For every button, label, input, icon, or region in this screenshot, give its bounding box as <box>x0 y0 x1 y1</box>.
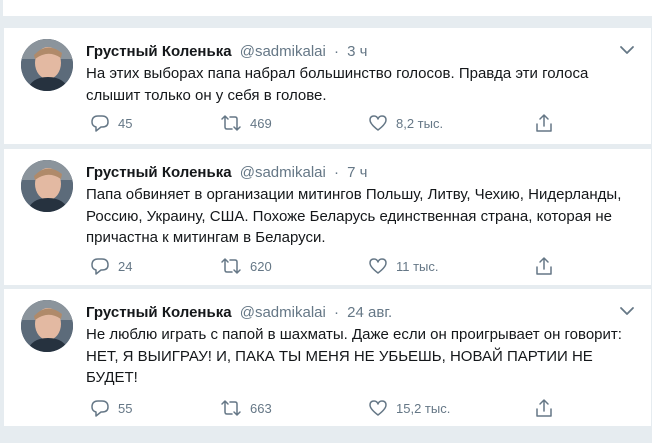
retweet-icon <box>220 113 242 133</box>
reply-icon <box>90 113 110 133</box>
avatar[interactable] <box>21 300 73 352</box>
timeline: Грустный Коленька @sadmikalai · 3 ч На э… <box>3 0 652 443</box>
tweet-header: Грустный Коленька @sadmikalai · 3 ч <box>86 42 368 62</box>
tweet-time[interactable]: 24 авг. <box>347 304 392 321</box>
share-icon <box>534 113 554 133</box>
previous-tweet-edge <box>3 0 652 17</box>
reply-icon <box>90 398 110 418</box>
author-handle[interactable]: @sadmikalai <box>240 43 326 60</box>
like-icon <box>368 256 388 276</box>
tweet-text: На этих выборах папа набрал большинство … <box>86 65 589 104</box>
author-name[interactable]: Грустный Коленька <box>86 164 232 181</box>
like-count: 11 тыс. <box>396 258 439 274</box>
tweet-time[interactable]: 7 ч <box>347 164 367 181</box>
avatar[interactable] <box>21 39 73 91</box>
tweet-header: Грустный Коленька @sadmikalai · 24 авг. <box>86 303 392 323</box>
retweet-button[interactable]: 469 <box>220 112 272 134</box>
author-name[interactable]: Грустный Коленька <box>86 304 232 321</box>
like-icon <box>368 113 388 133</box>
author-handle[interactable]: @sadmikalai <box>240 164 326 181</box>
tweet-actions: 24 620 11 тыс. <box>86 255 556 279</box>
tweet-1[interactable]: Грустный Коленька @sadmikalai · 3 ч На э… <box>3 28 652 144</box>
like-button[interactable]: 15,2 тыс. <box>368 397 450 419</box>
tweet-3[interactable]: Грустный Коленька @sadmikalai · 24 авг. … <box>3 289 652 426</box>
dot-separator: · <box>334 43 339 60</box>
tweet-text: Не люблю играть с папой в шахматы. Даже … <box>86 326 622 386</box>
retweet-icon <box>220 398 242 418</box>
like-count: 15,2 тыс. <box>396 400 451 416</box>
avatar[interactable] <box>21 160 73 212</box>
chevron-down-icon[interactable] <box>617 40 637 60</box>
tweet-2[interactable]: Грустный Коленька @sadmikalai · 7 ч Папа… <box>3 149 652 285</box>
share-button[interactable] <box>534 255 554 277</box>
share-button[interactable] <box>534 397 554 419</box>
separator <box>3 17 652 28</box>
author-handle[interactable]: @sadmikalai <box>240 304 326 321</box>
share-button[interactable] <box>534 112 554 134</box>
reply-button[interactable]: 55 <box>90 397 132 419</box>
retweet-count: 620 <box>250 258 272 274</box>
share-icon <box>534 398 554 418</box>
share-icon <box>534 256 554 276</box>
like-icon <box>368 398 388 418</box>
reply-count: 24 <box>118 258 133 274</box>
retweet-count: 469 <box>250 115 272 131</box>
reply-button[interactable]: 24 <box>90 255 132 277</box>
reply-count: 45 <box>118 115 133 131</box>
reply-icon <box>90 256 110 276</box>
like-button[interactable]: 11 тыс. <box>368 255 439 277</box>
tweet-text: Папа обвиняет в организации митингов Пол… <box>86 186 622 246</box>
tweet-actions: 45 469 8,2 тыс. <box>86 112 556 136</box>
retweet-icon <box>220 256 242 276</box>
tweet-header: Грустный Коленька @sadmikalai · 7 ч <box>86 163 368 183</box>
tweet-time[interactable]: 3 ч <box>347 43 367 60</box>
like-count: 8,2 тыс. <box>396 115 444 131</box>
tweet-actions: 55 663 15,2 тыс. <box>86 397 556 421</box>
dot-separator: · <box>334 164 339 181</box>
like-button[interactable]: 8,2 тыс. <box>368 112 443 134</box>
dot-separator: · <box>334 304 339 321</box>
author-name[interactable]: Грустный Коленька <box>86 43 232 60</box>
retweet-count: 663 <box>250 400 272 416</box>
chevron-down-icon[interactable] <box>617 301 637 321</box>
retweet-button[interactable]: 663 <box>220 397 272 419</box>
reply-count: 55 <box>118 400 133 416</box>
reply-button[interactable]: 45 <box>90 112 132 134</box>
retweet-button[interactable]: 620 <box>220 255 272 277</box>
